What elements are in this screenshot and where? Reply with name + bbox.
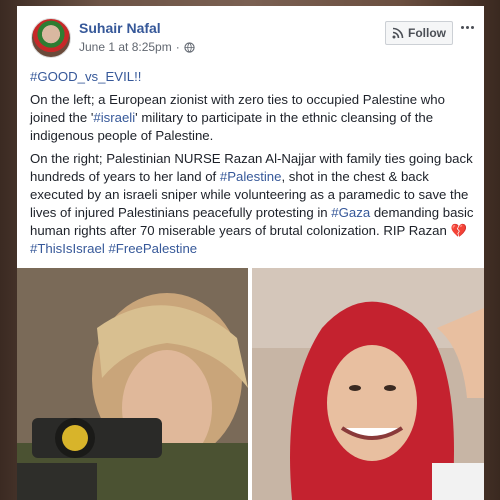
hashtag-israeli[interactable]: #israeli	[93, 110, 135, 125]
facebook-post: Suhair Nafal June 1 at 8:25pm · Follow #…	[17, 6, 484, 500]
hashtag-palestine[interactable]: #Palestine	[220, 169, 282, 184]
post-paragraph-3: On the right; Palestinian NURSE Razan Al…	[30, 150, 478, 258]
nurse-image	[252, 268, 484, 500]
more-options-icon[interactable]	[458, 20, 476, 34]
photo-left[interactable]	[17, 268, 248, 500]
soldier-image	[17, 268, 248, 500]
post-text: #GOOD_vs_EVIL!! On the left; a European …	[30, 68, 478, 263]
meta-separator: ·	[175, 40, 180, 54]
hashtag-gaza[interactable]: #Gaza	[331, 205, 370, 220]
follow-label: Follow	[408, 26, 446, 40]
hashtag-free-palestine[interactable]: #FreePalestine	[108, 241, 197, 256]
photo-right[interactable]	[252, 268, 484, 500]
hashtag-this-is-israel[interactable]: #ThisIsIsrael	[30, 241, 105, 256]
broken-heart-icon: 💔	[450, 223, 467, 238]
hashtag-good-vs-evil[interactable]: #GOOD_vs_EVIL!!	[30, 69, 141, 84]
avatar[interactable]	[31, 18, 71, 58]
follow-button[interactable]: Follow	[385, 21, 453, 45]
post-date[interactable]: June 1 at 8:25pm	[79, 40, 172, 54]
post-meta: June 1 at 8:25pm ·	[79, 40, 195, 54]
author-name[interactable]: Suhair Nafal	[79, 20, 161, 36]
globe-icon[interactable]	[184, 41, 195, 53]
post-paragraph-1: #GOOD_vs_EVIL!!	[30, 68, 478, 86]
post-paragraph-2: On the left; a European zionist with zer…	[30, 91, 478, 145]
post-header: Suhair Nafal June 1 at 8:25pm · Follow	[17, 6, 484, 62]
rss-icon	[392, 27, 404, 39]
